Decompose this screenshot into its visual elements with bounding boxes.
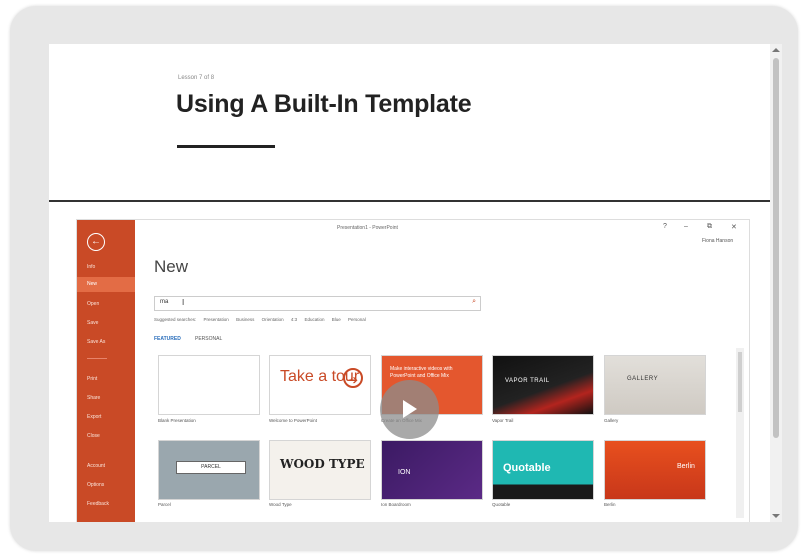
template-gallery[interactable]: GALLERY [604, 355, 706, 415]
minimize-icon[interactable]: – [684, 223, 688, 230]
powerpoint-screenshot: ← Info New Open Save Save As Print Share… [76, 219, 750, 522]
template-label: Ion Boardroom [381, 502, 411, 507]
template-wood-type[interactable]: WOOD TYPE [269, 440, 371, 500]
template-ion-boardroom[interactable]: ION [381, 440, 483, 500]
help-icon[interactable]: ? [663, 223, 667, 230]
sidebar-item-close[interactable]: Close [77, 429, 135, 444]
template-search-input[interactable]: ma I ⌕ [154, 296, 481, 311]
user-name[interactable]: Fiona Hanson [702, 238, 733, 244]
template-label: Vapor Trail [492, 418, 514, 423]
template-label: Welcome to PowerPoint [269, 418, 317, 423]
sidebar-item-options[interactable]: Options [77, 478, 135, 493]
window-title: Presentation1 - PowerPoint [337, 225, 398, 231]
sidebar-separator [87, 358, 107, 359]
arrow-right-icon: ➔ [343, 368, 363, 388]
video-play-button[interactable] [380, 380, 439, 439]
lesson-counter: Lesson 7 of 8 [178, 75, 215, 81]
back-arrow-icon[interactable]: ← [87, 233, 105, 251]
template-label: Quotable [492, 502, 511, 507]
close-icon[interactable]: ✕ [731, 223, 737, 231]
vapor-text: VAPOR TRAIL [505, 378, 550, 384]
template-label: Blank Presentation [158, 418, 196, 423]
lesson-screen: Lesson 7 of 8 Using A Built-In Template … [49, 44, 782, 522]
suggested-link[interactable]: Presentation [204, 317, 229, 322]
sidebar-item-print[interactable]: Print [77, 372, 135, 387]
template-label: Gallery [604, 418, 619, 423]
suggested-link[interactable]: Education [304, 317, 324, 322]
template-label: Wood Type [269, 502, 292, 507]
template-scroll-thumb[interactable] [738, 352, 742, 412]
lesson-title: Using A Built-In Template [176, 90, 472, 118]
video-text: Make interactive videos with PowerPoint … [390, 366, 453, 379]
gallery-text: GALLERY [627, 376, 659, 382]
template-scrollbar[interactable] [736, 348, 744, 518]
template-berlin[interactable]: Berlin [604, 440, 706, 500]
template-quotable[interactable]: Quotable [492, 440, 594, 500]
sidebar-item-new[interactable]: New [77, 277, 135, 292]
suggested-link[interactable]: Business [236, 317, 254, 322]
suggested-link[interactable]: 4:3 [291, 317, 297, 322]
sidebar-item-save-as[interactable]: Save As [77, 335, 135, 350]
template-parcel[interactable]: PARCEL [158, 440, 260, 500]
woodtype-text: WOOD TYPE [280, 457, 365, 471]
page-scrollbar[interactable] [770, 44, 782, 522]
sidebar-item-account[interactable]: Account [77, 459, 135, 474]
text-cursor-icon: I [182, 298, 185, 307]
scroll-down-icon[interactable] [772, 514, 780, 518]
sidebar-item-info[interactable]: Info [77, 260, 135, 275]
suggested-link[interactable]: Blue [332, 317, 341, 322]
play-icon [403, 400, 417, 418]
sidebar-item-save[interactable]: Save [77, 316, 135, 331]
title-underline [177, 145, 275, 148]
template-label: Parcel [158, 502, 171, 507]
suggested-label: Suggested searches: [154, 317, 197, 322]
page-heading: New [154, 257, 189, 276]
suggested-searches: Suggested searches: Presentation Busines… [154, 317, 372, 322]
backstage-sidebar: ← Info New Open Save Save As Print Share… [77, 220, 135, 522]
page-scroll-thumb[interactable] [773, 58, 779, 438]
section-divider [49, 200, 782, 202]
suggested-link[interactable]: Orientation [262, 317, 284, 322]
template-blank[interactable] [158, 355, 260, 415]
berlin-text: Berlin [677, 463, 695, 470]
ion-text: ION [398, 469, 411, 476]
search-icon[interactable]: ⌕ [472, 298, 476, 306]
sidebar-item-export[interactable]: Export [77, 410, 135, 425]
template-label: Berlin [604, 502, 616, 507]
tab-personal[interactable]: PERSONAL [195, 336, 222, 342]
tab-featured[interactable]: FEATURED [154, 336, 181, 342]
restore-icon[interactable]: ⧉ [707, 223, 712, 231]
template-vapor-trail[interactable]: VAPOR TRAIL [492, 355, 594, 415]
parcel-text: PARCEL [176, 461, 246, 474]
sidebar-item-feedback[interactable]: Feedback [77, 497, 135, 512]
scroll-up-icon[interactable] [772, 48, 780, 52]
sidebar-item-open[interactable]: Open [77, 297, 135, 312]
suggested-link[interactable]: Personal [348, 317, 366, 322]
search-value: ma [160, 299, 169, 305]
quotable-text: Quotable [503, 462, 551, 474]
sidebar-item-share[interactable]: Share [77, 391, 135, 406]
template-tour[interactable]: Take a tour ➔ [269, 355, 371, 415]
